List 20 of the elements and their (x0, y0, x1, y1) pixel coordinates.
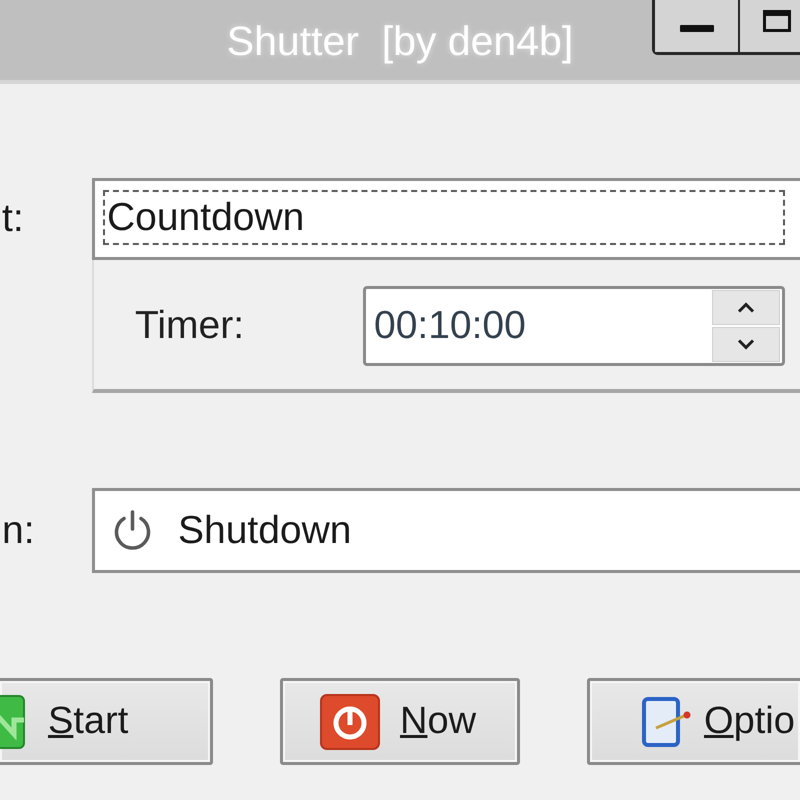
maximize-button[interactable] (738, 0, 800, 52)
timer-field[interactable]: 00:10:00 (363, 286, 785, 366)
event-label: t: (1, 197, 25, 241)
maximize-icon (763, 10, 791, 32)
spin-down-button[interactable] (712, 327, 780, 362)
start-button[interactable]: Start (0, 678, 213, 765)
action-dropdown[interactable]: Shutdown (92, 488, 800, 573)
spin-up-button[interactable] (712, 290, 780, 325)
power-icon (320, 694, 380, 750)
chevron-down-icon (737, 339, 755, 350)
window-title: Shutter [by den4b] (226, 18, 574, 64)
event-dropdown[interactable]: Countdown (92, 178, 800, 260)
timer-label: Timer: (135, 304, 244, 348)
arrow-tile-icon (0, 694, 28, 750)
minimize-icon (680, 25, 714, 32)
chevron-up-icon (737, 302, 755, 313)
minimize-button[interactable] (655, 0, 738, 52)
options-button[interactable]: Optio (587, 678, 800, 765)
action-label: n: (1, 508, 36, 552)
now-button[interactable]: Now (280, 678, 520, 765)
